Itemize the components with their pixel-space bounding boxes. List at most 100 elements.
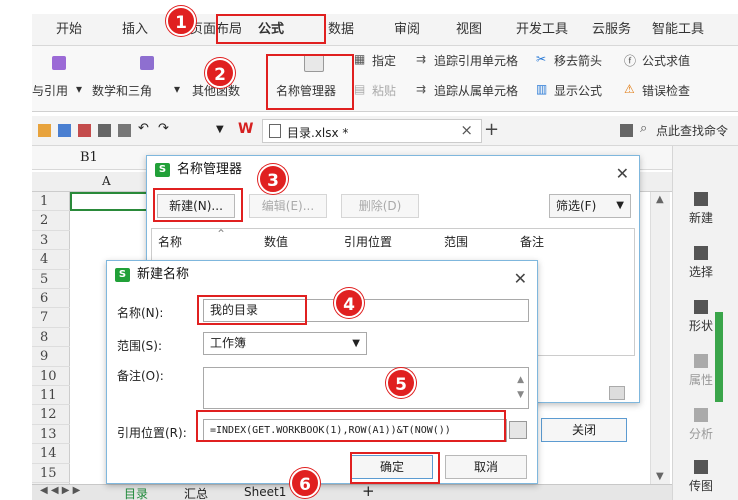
- close-icon[interactable]: ✕: [616, 160, 629, 188]
- filter-dropdown[interactable]: 筛选(F) ▼: [549, 194, 631, 218]
- document-tab-title: 目录.xlsx *: [287, 126, 349, 140]
- new-name-title: 新建名称: [137, 267, 190, 282]
- scroll-down-icon[interactable]: ▼: [656, 471, 664, 482]
- undo-icon[interactable]: ↶: [138, 121, 151, 136]
- side-analysis-label: 分析: [688, 427, 713, 441]
- close-tab-icon[interactable]: ×: [460, 121, 473, 139]
- tab-data[interactable]: 数据: [328, 14, 354, 46]
- col-name-header[interactable]: 名称: [158, 233, 182, 250]
- name-box[interactable]: B1: [80, 150, 98, 165]
- row-number[interactable]: 8: [32, 328, 70, 348]
- print-preview-icon[interactable]: [118, 124, 131, 137]
- error-check-button[interactable]: 错误检查: [642, 82, 690, 99]
- math-trig-button[interactable]: 数学和三角: [92, 82, 152, 99]
- tab-home[interactable]: 开始: [56, 14, 82, 46]
- tab-view[interactable]: 视图: [456, 14, 482, 46]
- tab-smart-tools[interactable]: 智能工具: [652, 14, 704, 46]
- paste-button[interactable]: 粘贴: [372, 82, 396, 99]
- pane-toggle-handle[interactable]: [715, 312, 723, 402]
- row-number[interactable]: 13: [32, 425, 70, 445]
- step-5-marker: 5: [386, 368, 416, 398]
- step-2-marker: 2: [205, 58, 235, 88]
- col-value-header[interactable]: 数值: [264, 233, 288, 250]
- sheet-tab-catalog[interactable]: 目录: [124, 485, 148, 500]
- tab-cloud[interactable]: 云服务: [592, 14, 631, 46]
- open-icon[interactable]: [38, 124, 51, 137]
- trace-dependents-button[interactable]: 追踪从属单元格: [434, 82, 518, 99]
- row-number[interactable]: 10: [32, 367, 70, 386]
- col-comment-header[interactable]: 备注: [520, 233, 544, 250]
- edit-name-button[interactable]: 编辑(E)...: [249, 194, 327, 218]
- highlight-refers-to: [196, 410, 506, 442]
- close-button[interactable]: 关闭: [541, 418, 627, 442]
- tab-review[interactable]: 审阅: [394, 14, 420, 46]
- row-number[interactable]: 15: [32, 464, 70, 483]
- show-formulas-button[interactable]: 显示公式: [554, 82, 602, 99]
- side-new[interactable]: 新建: [681, 192, 721, 226]
- row-number[interactable]: 3: [32, 231, 70, 251]
- specify-button[interactable]: 指定: [372, 52, 396, 69]
- column-a-header[interactable]: A: [102, 174, 111, 188]
- tab-insert[interactable]: 插入: [122, 14, 148, 46]
- row-number[interactable]: 14: [32, 444, 70, 464]
- save-icon[interactable]: [58, 124, 71, 137]
- active-cell[interactable]: [70, 192, 150, 211]
- cancel-button[interactable]: 取消: [445, 455, 527, 479]
- sheet-nav-icon[interactable]: ◀ ◀ ▶ ▶: [40, 485, 80, 496]
- sheet-tab-bar: ◀ ◀ ▶ ▶ 目录 汇总 Sheet1 +: [32, 482, 672, 500]
- scroll-up-icon[interactable]: ▲: [656, 194, 664, 205]
- row-number[interactable]: 2: [32, 211, 70, 231]
- close-icon[interactable]: ✕: [514, 265, 527, 293]
- sheet-tab-sheet1[interactable]: Sheet1: [244, 485, 286, 499]
- evaluate-formula-button[interactable]: 公式求值: [642, 52, 690, 69]
- range-select-icon[interactable]: [509, 421, 527, 439]
- row-number[interactable]: 7: [32, 308, 70, 328]
- redo-icon[interactable]: ↷: [158, 121, 171, 136]
- wps-s-icon: S: [155, 163, 170, 177]
- vertical-scrollbar[interactable]: ▲ ▼: [650, 192, 670, 484]
- row-number[interactable]: 9: [32, 347, 70, 367]
- scope-select[interactable]: 工作簿 ▼: [203, 332, 367, 355]
- comment-label: 备注(O):: [117, 369, 164, 383]
- trace-precedents-button[interactable]: 追踪引用单元格: [434, 52, 518, 69]
- scroll-down-icon[interactable]: ▼: [517, 385, 524, 406]
- col-refers-header[interactable]: 引用位置: [344, 233, 392, 250]
- lookup-ref-button[interactable]: 与引用: [32, 82, 68, 99]
- math-icon: [140, 56, 154, 70]
- sheet-tab-summary[interactable]: 汇总: [184, 485, 208, 500]
- row-number[interactable]: 12: [32, 405, 70, 425]
- remove-arrows-button[interactable]: 移去箭头: [554, 52, 602, 69]
- row-number[interactable]: 5: [32, 270, 70, 289]
- new-doc-icon: [694, 192, 708, 206]
- wps-logo-icon[interactable]: W: [238, 121, 253, 137]
- lookup-icon: [52, 56, 66, 70]
- row-number[interactable]: 6: [32, 289, 70, 309]
- name-label: 名称(N):: [117, 306, 164, 320]
- col-scope-header[interactable]: 范围: [444, 233, 468, 250]
- new-tab-icon[interactable]: +: [484, 119, 499, 140]
- trace-dependents-icon: ⇉: [416, 82, 427, 96]
- side-upload-image[interactable]: 传图: [681, 460, 721, 494]
- export-pdf-icon[interactable]: [78, 124, 91, 137]
- math-trig-dropdown-icon[interactable]: ▾: [174, 82, 180, 96]
- properties-icon: [694, 354, 708, 368]
- tab-developer[interactable]: 开发工具: [516, 14, 568, 46]
- dropdown-icon[interactable]: ▼: [216, 124, 229, 137]
- delete-name-button[interactable]: 删除(D): [341, 194, 419, 218]
- comment-textarea[interactable]: ▲ ▼: [203, 367, 529, 409]
- row-number[interactable]: 4: [32, 250, 70, 270]
- print-icon[interactable]: [98, 124, 111, 137]
- lookup-ref-dropdown-icon[interactable]: ▾: [76, 82, 82, 96]
- side-analysis[interactable]: 分析: [681, 408, 721, 442]
- side-select[interactable]: 选择: [681, 246, 721, 280]
- name-manager-title-bar: S 名称管理器 ✕: [147, 156, 639, 184]
- document-tab[interactable]: 目录.xlsx * ×: [262, 119, 482, 143]
- command-search[interactable]: 点此查找命令: [656, 122, 728, 139]
- collapse-icon[interactable]: [609, 386, 625, 400]
- specify-icon: ▦: [354, 52, 366, 66]
- share-icon[interactable]: [620, 124, 633, 137]
- menu-bar: 开始 插入 页面布局 公式 数据 审阅 视图 开发工具 云服务 智能工具: [32, 14, 738, 46]
- add-sheet-icon[interactable]: +: [362, 482, 375, 500]
- row-number[interactable]: 1: [32, 192, 70, 212]
- row-number[interactable]: 11: [32, 386, 70, 406]
